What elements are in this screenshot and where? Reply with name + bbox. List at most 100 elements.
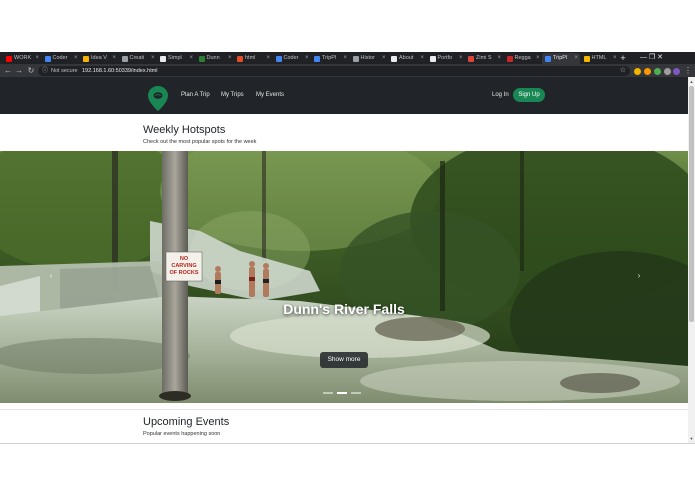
carousel-prev-icon[interactable]: ‹ (46, 268, 56, 284)
forward-icon[interactable]: → (14, 64, 24, 77)
login-link[interactable]: Log In (492, 77, 509, 114)
tab-close-icon[interactable]: × (574, 53, 578, 64)
browser-tab[interactable]: Simpl × (157, 53, 195, 64)
tab-favicon-icon (44, 55, 51, 62)
hotspots-title: Weekly Hotspots (143, 124, 226, 136)
section-divider (0, 409, 688, 410)
tab-favicon-icon (314, 55, 320, 62)
browser-tab[interactable]: Idea V × (80, 53, 118, 64)
tab-close-icon[interactable]: × (497, 53, 501, 64)
scroll-down-icon[interactable]: ▼ (688, 435, 695, 442)
tab-close-icon[interactable]: × (305, 53, 309, 64)
profile-avatar[interactable] (673, 67, 680, 75)
carousel-next-icon[interactable]: › (634, 268, 644, 284)
tab-favicon-icon (545, 55, 551, 62)
tab-favicon-icon (429, 55, 436, 62)
sign-text-line-2: CARVING (171, 263, 196, 269)
tab-favicon-icon (275, 55, 282, 62)
tab-favicon-icon (352, 55, 359, 62)
tab-title: WORK (14, 55, 32, 61)
security-status: Not secure (51, 67, 78, 74)
browser-tab[interactable]: Regga × (504, 53, 542, 64)
tab-close-icon[interactable]: × (74, 53, 78, 64)
map-pin-logo-icon[interactable] (148, 86, 168, 111)
browser-tab[interactable]: Dunn × (196, 53, 234, 64)
carousel-indicator[interactable] (337, 392, 347, 394)
tab-favicon-icon (391, 55, 397, 62)
tab-title: About (399, 55, 414, 61)
tab-close-icon[interactable]: × (459, 53, 463, 64)
tab-close-icon[interactable]: × (112, 53, 116, 64)
tab-title: Dunn (206, 55, 220, 61)
tab-title: Zimi S (476, 55, 492, 61)
tab-close-icon[interactable]: × (343, 53, 347, 64)
sign-text-line-3: OF ROCKS (169, 270, 198, 276)
show-more-button[interactable]: Show more (320, 352, 368, 368)
tab-title: Histor (360, 55, 375, 61)
tab-close-icon[interactable]: × (382, 53, 386, 64)
extension-icon[interactable] (654, 67, 661, 75)
address-bar[interactable]: ⓘ Not secure 192.168.1.60:50339/index.ht… (38, 65, 630, 76)
extension-icon[interactable] (644, 67, 651, 75)
tab-title: html (245, 55, 256, 61)
hotspots-subtitle: Check out the most popular spots for the… (143, 139, 257, 145)
browser-tab[interactable]: Coder × (42, 53, 80, 64)
tab-favicon-icon (83, 55, 89, 62)
extensions-puzzle-icon[interactable] (664, 67, 671, 75)
tab-title: HTML (591, 55, 607, 61)
tab-title: TripPl (322, 55, 337, 61)
scroll-up-icon[interactable]: ▲ (688, 78, 695, 85)
tab-favicon-icon (198, 55, 205, 62)
browser-tab[interactable]: HTML × (581, 53, 619, 64)
window-controls[interactable]: — ❐ ✕ (640, 52, 695, 64)
browser-tab[interactable]: TripPl × (311, 53, 349, 64)
nav-link-my-events[interactable]: My Events (256, 77, 284, 114)
browser-tab[interactable]: Portfo × (427, 53, 465, 64)
tab-close-icon[interactable]: × (613, 53, 617, 64)
browser-tab[interactable]: html × (234, 53, 272, 64)
browser-tab[interactable]: Creati × (119, 53, 157, 64)
tab-favicon-icon (237, 55, 243, 62)
browser-tab[interactable]: Zimi S × (465, 53, 503, 64)
carousel-indicator[interactable] (323, 392, 333, 394)
nav-link-my-trips[interactable]: My Trips (221, 77, 244, 114)
browser-toolbar: ← → ↻ ⓘ Not secure 192.168.1.60:50339/in… (0, 64, 695, 77)
tab-favicon-icon (583, 55, 590, 62)
bookmark-star-icon[interactable]: ☆ (620, 66, 626, 76)
tab-title: Idea V (91, 55, 107, 61)
scrollbar-thumb[interactable] (689, 86, 694, 322)
browser-tab[interactable]: About × (388, 53, 426, 64)
tab-favicon-icon (121, 55, 128, 62)
tab-close-icon[interactable]: × (266, 53, 270, 64)
browser-tab[interactable]: Coder × (273, 53, 311, 64)
events-subtitle: Popular events happening soon (143, 431, 221, 437)
url-text[interactable]: 192.168.1.60:50339/index.html (82, 66, 158, 76)
back-icon[interactable]: ← (3, 64, 13, 77)
new-tab-button[interactable]: + (618, 52, 628, 64)
tab-close-icon[interactable]: × (420, 53, 424, 64)
events-title: Upcoming Events (143, 416, 230, 428)
slide-caption: Dunn's River Falls (283, 301, 405, 317)
tab-favicon-icon (160, 55, 166, 62)
tab-title: Regga (514, 55, 531, 61)
tab-favicon-icon (468, 55, 474, 62)
site-navbar: Plan A Trip My Trips My Events Log In Si… (0, 77, 688, 114)
tab-close-icon[interactable]: × (228, 53, 232, 64)
info-icon[interactable]: ⓘ (41, 67, 49, 75)
browser-tab[interactable]: TripPl × (542, 53, 580, 64)
tab-close-icon[interactable]: × (536, 53, 540, 64)
browser-tab[interactable]: WORK × (3, 53, 41, 64)
browser-menu-icon[interactable]: ⋮ (684, 64, 692, 77)
tab-close-icon[interactable]: × (35, 53, 39, 64)
tab-title: Creati (129, 55, 145, 61)
carousel-indicator[interactable] (351, 392, 361, 394)
screenshot: WORK × Coder × Idea V × Creati × Simpl × Dunn × html… (0, 0, 695, 494)
signup-button[interactable]: Sign Up (513, 88, 545, 102)
tab-close-icon[interactable]: × (189, 53, 193, 64)
extension-folder-icon[interactable] (634, 67, 641, 75)
reload-icon[interactable]: ↻ (26, 64, 36, 77)
browser-tab[interactable]: Histor × (350, 53, 388, 64)
tab-title: Portfo (437, 55, 453, 61)
nav-link-plan-a-trip[interactable]: Plan A Trip (181, 77, 210, 114)
tab-close-icon[interactable]: × (151, 53, 155, 64)
